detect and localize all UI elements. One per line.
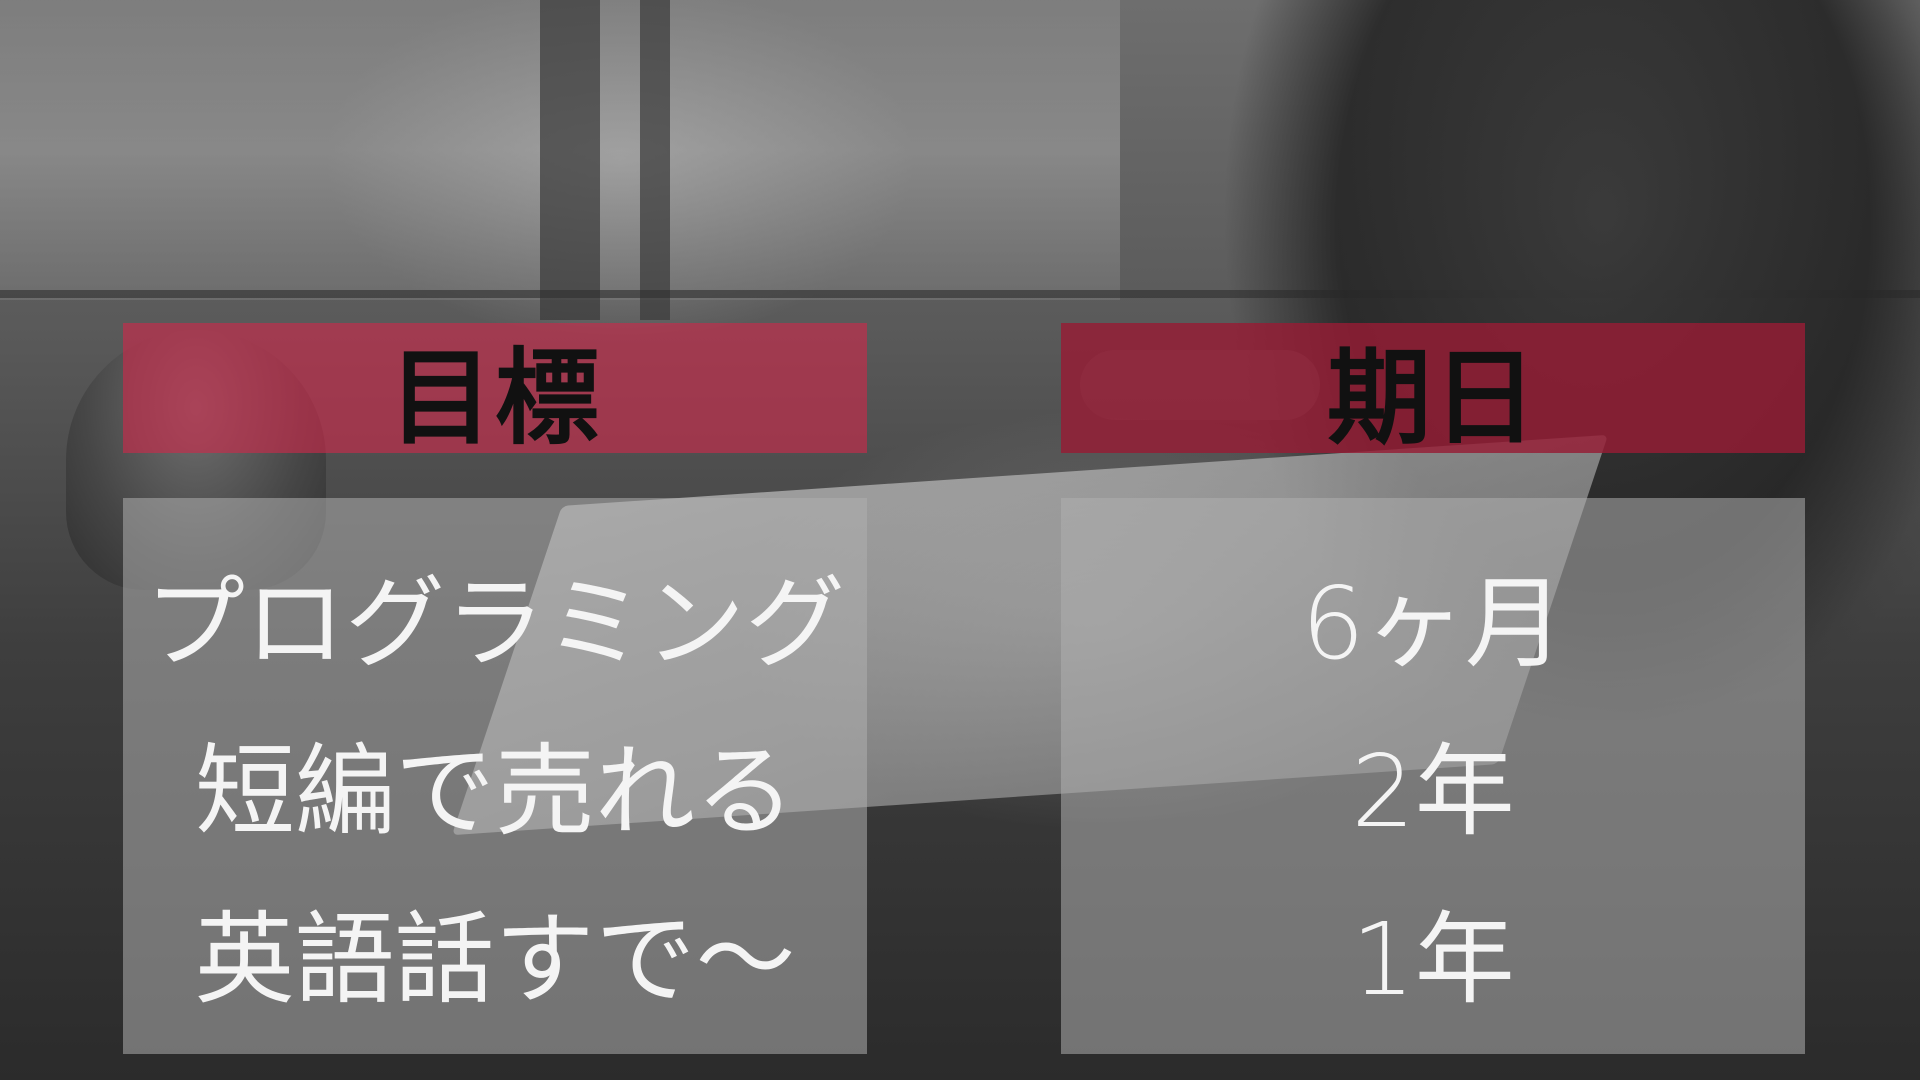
slide: 目標 プログラミング 短編で売れる 英語話すで〜 期日 6ヶ月 2年 1年: [0, 0, 1920, 1080]
deadline-header: 期日: [1061, 323, 1805, 459]
deadline-header-label: 期日: [1326, 335, 1539, 459]
goal-item: プログラミング: [145, 565, 845, 682]
goal-item: 英語話すで〜: [194, 901, 796, 1018]
deadline-panel: 6ヶ月 2年 1年: [1061, 498, 1805, 1054]
background-window-frame: [640, 0, 670, 320]
background-window-frame: [540, 0, 600, 320]
goal-panel: プログラミング 短編で売れる 英語話すで〜: [123, 498, 867, 1054]
deadline-item: 6ヶ月: [1301, 565, 1565, 682]
deadline-item: 2年: [1351, 733, 1515, 850]
deadline-item: 1年: [1351, 901, 1515, 1018]
goal-header: 目標: [123, 323, 867, 459]
goal-header-label: 目標: [388, 335, 601, 459]
goal-item: 短編で売れる: [195, 733, 795, 850]
